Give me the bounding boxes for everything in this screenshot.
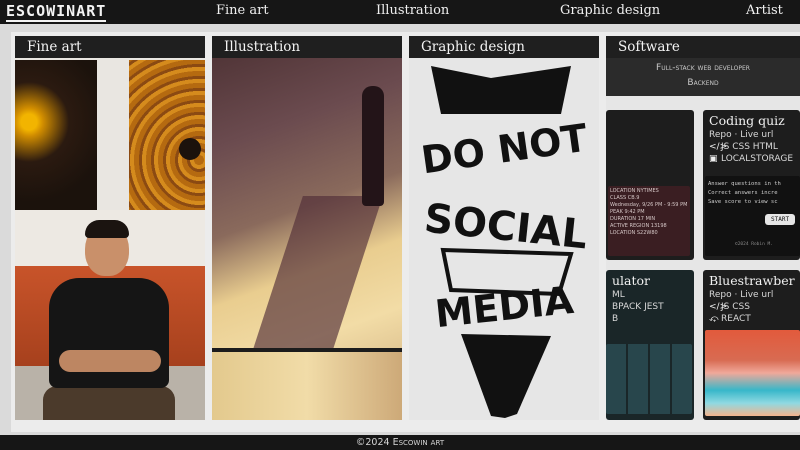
calculator-row-3: B	[612, 314, 619, 324]
scheduler-screenshot: LOCATION NYTIMES CLASS CB.9 Wednesday, 9…	[608, 186, 690, 256]
coding-quiz-storage: LOCALSTORAGE	[721, 154, 794, 164]
calculator-row-1: ML	[612, 290, 625, 300]
peak-label: PEAK	[610, 209, 623, 215]
class-label: CLASS	[610, 195, 627, 201]
panel-title-fine-art: Fine art	[15, 36, 205, 58]
software-banner: Full-stack web developer Backend	[606, 58, 800, 96]
project-card-bluestrawberry[interactable]: Bluestrawber Repo · Live url </>JS CSS ⤽…	[703, 270, 800, 420]
coding-quiz-tech: JS CSS HTML	[721, 142, 778, 152]
panel-title-software: Software	[606, 36, 800, 58]
site-logo[interactable]: ESCOWINART	[6, 2, 107, 22]
banner-role: Full-stack web developer	[656, 63, 750, 73]
bluestrawberry-screenshot	[705, 330, 800, 416]
card-title-coding-quiz: Coding quiz	[709, 113, 785, 128]
bluestrawberry-links[interactable]: Repo · Live url	[703, 289, 800, 301]
panel-software[interactable]: Software Full-stack web developer Backen…	[606, 36, 800, 420]
panel-fine-art[interactable]: Fine art	[15, 36, 205, 420]
project-card-scheduler[interactable]: LOCATION NYTIMES CLASS CB.9 Wednesday, 9…	[606, 110, 694, 260]
poster-word-1: DO NOT	[421, 116, 589, 183]
main-content: Fine art Illustration Graphic design DO …	[0, 24, 800, 435]
calculator-screenshot	[606, 344, 692, 414]
portfolio-board: Fine art Illustration Graphic design DO …	[11, 32, 800, 432]
artist-photo-legs	[43, 386, 175, 420]
poster-word-3: MEDIA	[433, 278, 576, 336]
location2-label: LOCATION	[610, 230, 636, 236]
coding-quiz-screenshot: Answer questions in th Correct answers i…	[705, 176, 800, 256]
code-icon: </>	[709, 302, 728, 312]
typographic-poster: DO NOT SOCIAL MEDIA	[421, 66, 589, 418]
top-navigation: ESCOWINART Fine art Illustration Graphic…	[0, 0, 800, 24]
quiz-line-2: Correct answers incre	[708, 190, 778, 196]
quiz-line-1: Answer questions in th	[708, 181, 781, 187]
duration-value: 17 MIN	[637, 216, 656, 222]
card-title-calculator: ulator	[612, 273, 651, 288]
painting-image	[15, 60, 97, 210]
coding-quiz-links[interactable]: Repo · Live url	[703, 129, 800, 141]
location2-value: S22W80	[636, 230, 658, 236]
panel-title-graphic-design: Graphic design	[409, 36, 599, 58]
nav-link-fine-art[interactable]: Fine art	[216, 3, 269, 18]
artist-photo-arms	[59, 350, 161, 372]
illustration-figure	[362, 86, 384, 206]
nav-link-graphic-design[interactable]: Graphic design	[560, 3, 660, 18]
panel-title-illustration: Illustration	[212, 36, 402, 58]
event-date: Wednesday, 9/26 PM - 9:59 PM	[610, 202, 688, 208]
card-title-bluestrawberry: Bluestrawber	[709, 273, 795, 288]
panel-graphic-design[interactable]: Graphic design DO NOT SOCIAL MEDIA	[409, 36, 599, 420]
peak-value: 9:42 PM	[624, 209, 645, 215]
project-card-calculator[interactable]: ulator ML BPACK JEST B	[606, 270, 694, 420]
location1-value: NYTIMES	[636, 188, 659, 194]
database-icon: ▣	[709, 154, 718, 164]
bluestrawberry-tech: JS CSS	[721, 302, 750, 312]
duration-label: DURATION	[610, 216, 637, 222]
share-icon: ⤽	[709, 314, 719, 324]
artist-photo-hair	[85, 220, 129, 238]
quiz-start-button[interactable]: START	[765, 214, 796, 225]
location1-label: LOCATION	[610, 188, 636, 194]
code-icon: </>	[709, 142, 728, 152]
painting-image	[129, 60, 205, 220]
nav-link-artist[interactable]: Artist	[746, 3, 783, 18]
nav-link-illustration[interactable]: Illustration	[376, 3, 449, 18]
active-value: 13198	[650, 223, 667, 229]
panel-illustration[interactable]: Illustration	[212, 36, 402, 420]
active-label: ACTIVE REGION	[610, 223, 650, 229]
calculator-row-2: BPACK JEST	[612, 302, 664, 312]
project-card-coding-quiz[interactable]: Coding quiz Repo · Live url </>JS CSS HT…	[703, 110, 800, 260]
class-value: CB.9	[627, 195, 640, 201]
quiz-footer: ©2024 Robin M.	[735, 242, 773, 247]
quiz-line-3: Save score to view sc	[708, 199, 778, 205]
banner-focus: Backend	[687, 78, 719, 88]
bluestrawberry-framework: REACT	[721, 314, 751, 324]
illustration-detail-image	[212, 352, 402, 420]
site-footer: ©2024 Escowin art	[0, 435, 800, 450]
